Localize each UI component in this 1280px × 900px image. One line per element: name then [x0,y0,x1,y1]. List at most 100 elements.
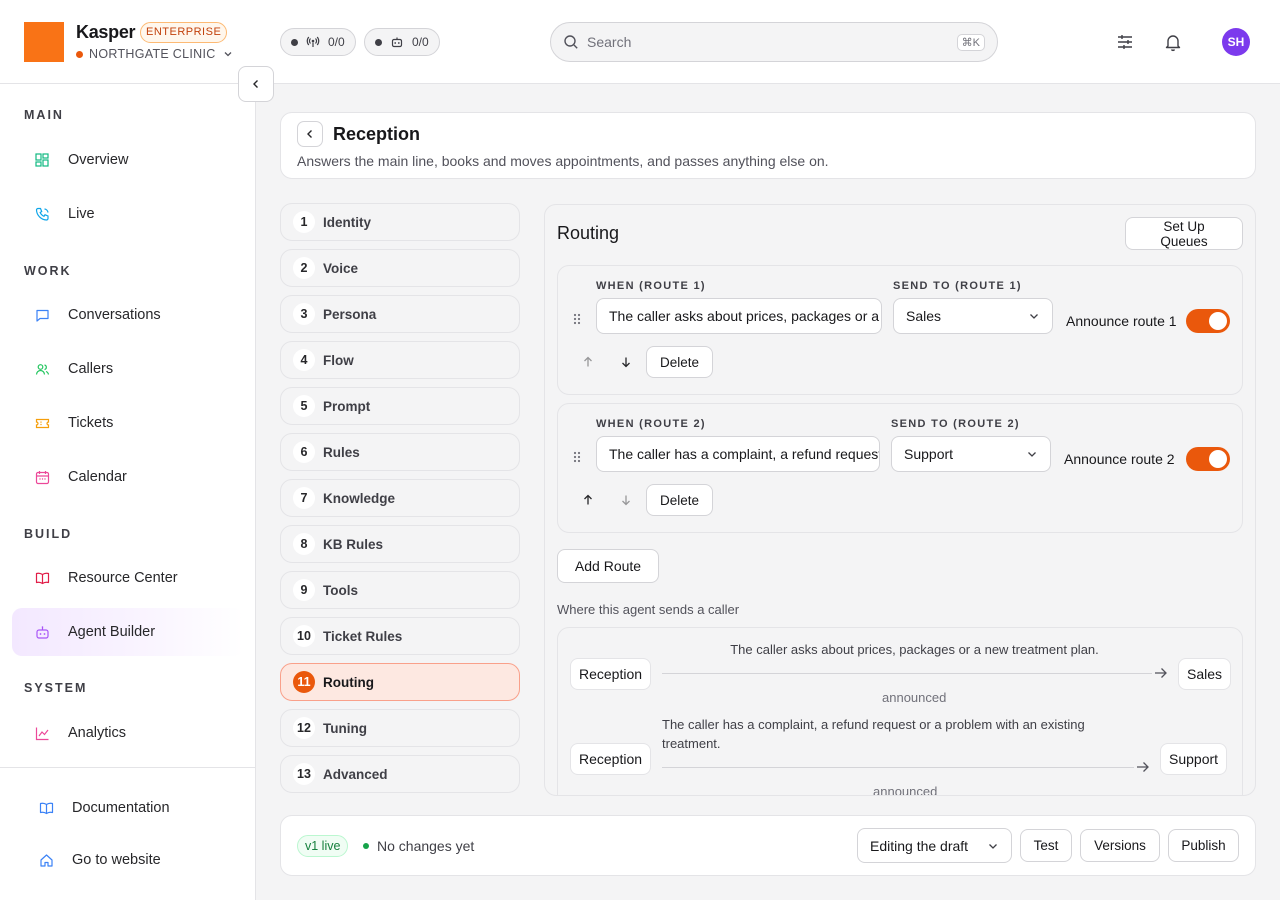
section-title: Routing [557,223,620,243]
active-agents-pill[interactable]: 0/0 [364,28,440,56]
route-destination-select[interactable]: Support [891,436,1051,472]
active-agents-count: 0/0 [412,35,429,49]
sidebar-item-callers[interactable]: Callers [12,345,244,393]
status-dot [291,38,298,46]
routing-map-caption: Where this agent sends a caller [557,602,740,617]
sidebar-item-overview[interactable]: Overview [12,136,244,184]
step-rules[interactable]: 6 Rules [280,433,520,471]
route-condition-input[interactable]: The caller asks about prices, packages o… [596,298,882,334]
draft-status: No changes yet [363,838,474,854]
search-bar[interactable]: ⌘K [550,22,998,62]
announce-toggle[interactable] [1186,447,1230,471]
search-input[interactable] [587,34,949,50]
chevron-down-icon [222,48,234,60]
when-label: WHEN (ROUTE 2) [596,418,706,430]
bell-icon[interactable] [1161,30,1185,54]
step-advanced[interactable]: 13 Advanced [280,755,520,793]
step-persona[interactable]: 3 Persona [280,295,520,333]
back-button[interactable] [297,121,323,147]
map-edge-note: announced [882,690,947,705]
route-destination-select[interactable]: Sales [893,298,1053,334]
route-card-2: WHEN (ROUTE 2) SEND TO (ROUTE 2) The cal… [557,403,1243,533]
step-ticket-rules[interactable]: 10 Ticket Rules [280,617,520,655]
route-condition-input[interactable]: The caller has a complaint, a refund req… [596,436,880,472]
step-voice[interactable]: 2 Voice [280,249,520,287]
sidebar-item-conversations[interactable]: Conversations [12,291,244,339]
sidebar-item-calendar[interactable]: Calendar [12,453,244,501]
step-label: Routing [323,674,374,690]
section-label-build: BUILD [24,527,73,541]
robot-icon [34,624,50,640]
routing-panel: Routing Set Up Queues WHEN (ROUTE 1) SEN… [544,204,1256,796]
publish-button[interactable]: Publish [1168,829,1239,862]
send-to-label: SEND TO (ROUTE 2) [891,418,1020,430]
edit-mode-select[interactable]: Editing the draft [857,828,1012,863]
drag-handle-icon[interactable] [572,450,582,464]
test-button[interactable]: Test [1020,829,1072,862]
drag-handle-icon[interactable] [572,312,582,326]
robot-icon [390,35,404,49]
arrow-up-icon [582,356,594,368]
step-label: Tuning [323,720,367,736]
announce-label: Announce route 2 [1064,451,1175,467]
announce-toggle[interactable] [1186,309,1230,333]
sidebar-item-tickets[interactable]: Tickets [12,399,244,447]
live-calls-pill[interactable]: 0/0 [280,28,356,56]
step-identity[interactable]: 1 Identity [280,203,520,241]
set-up-queues-button[interactable]: Set Up Queues [1125,217,1243,250]
step-kb-rules[interactable]: 8 KB Rules [280,525,520,563]
sidebar-item-agent-builder[interactable]: Agent Builder [12,608,244,656]
agent-header: Reception Answers the main line, books a… [280,112,1256,179]
step-number: 2 [293,257,315,279]
step-label: Knowledge [323,490,396,506]
step-knowledge[interactable]: 7 Knowledge [280,479,520,517]
users-icon [34,361,50,377]
sidebar-item-label: Agent Builder [68,624,156,640]
sidebar-item-label: Tickets [68,415,114,431]
section-label-work: WORK [24,264,72,278]
step-number: 9 [293,579,315,601]
arrow-up-icon [582,494,594,506]
when-label: WHEN (ROUTE 1) [596,280,706,292]
plan-badge: ENTERPRISE [140,22,228,43]
arrow-down-icon [620,356,632,368]
phone-icon [34,206,50,222]
map-edge-line [662,767,1134,768]
versions-button[interactable]: Versions [1080,829,1160,862]
move-up-button[interactable] [576,488,600,512]
delete-route-button[interactable]: Delete [646,346,713,378]
user-avatar[interactable]: SH [1222,28,1250,56]
search-icon [563,34,579,50]
step-label: Ticket Rules [323,628,403,644]
arrow-right-icon [1136,761,1150,773]
book-open-icon [34,570,50,586]
step-tools[interactable]: 9 Tools [280,571,520,609]
step-number: 5 [293,395,315,417]
move-down-button[interactable] [614,488,638,512]
sidebar-item-analytics[interactable]: Analytics [12,709,244,757]
step-flow[interactable]: 4 Flow [280,341,520,379]
sliders-icon[interactable] [1113,30,1137,54]
routing-map: Reception The caller asks about prices, … [557,627,1243,795]
step-prompt[interactable]: 5 Prompt [280,387,520,425]
step-label: Persona [323,306,377,322]
sidebar-item-resource-center[interactable]: Resource Center [12,554,244,602]
top-bar: Kasper ENTERPRISE NORTHGATE CLINIC 0/0 0… [0,0,1280,84]
delete-route-button[interactable]: Delete [646,484,713,516]
add-route-button[interactable]: Add Route [557,549,659,583]
org-switcher[interactable]: NORTHGATE CLINIC [76,47,234,61]
status-dot [363,843,369,849]
step-routing[interactable]: 11 Routing [280,663,520,701]
sidebar-item-live[interactable]: Live [12,190,244,238]
map-node-target: Support [1160,743,1228,775]
move-down-button[interactable] [614,350,638,374]
move-up-button[interactable] [576,350,600,374]
collapse-sidebar-button[interactable] [238,66,274,102]
antenna-icon [306,35,320,49]
calendar-icon [34,469,50,485]
step-number: 12 [293,717,315,739]
sidebar-item-documentation[interactable]: Documentation [12,784,244,832]
sidebar-item-go-to-website[interactable]: Go to website [12,836,244,884]
step-tuning[interactable]: 12 Tuning [280,709,520,747]
sidebar-item-label: Go to website [72,852,161,868]
